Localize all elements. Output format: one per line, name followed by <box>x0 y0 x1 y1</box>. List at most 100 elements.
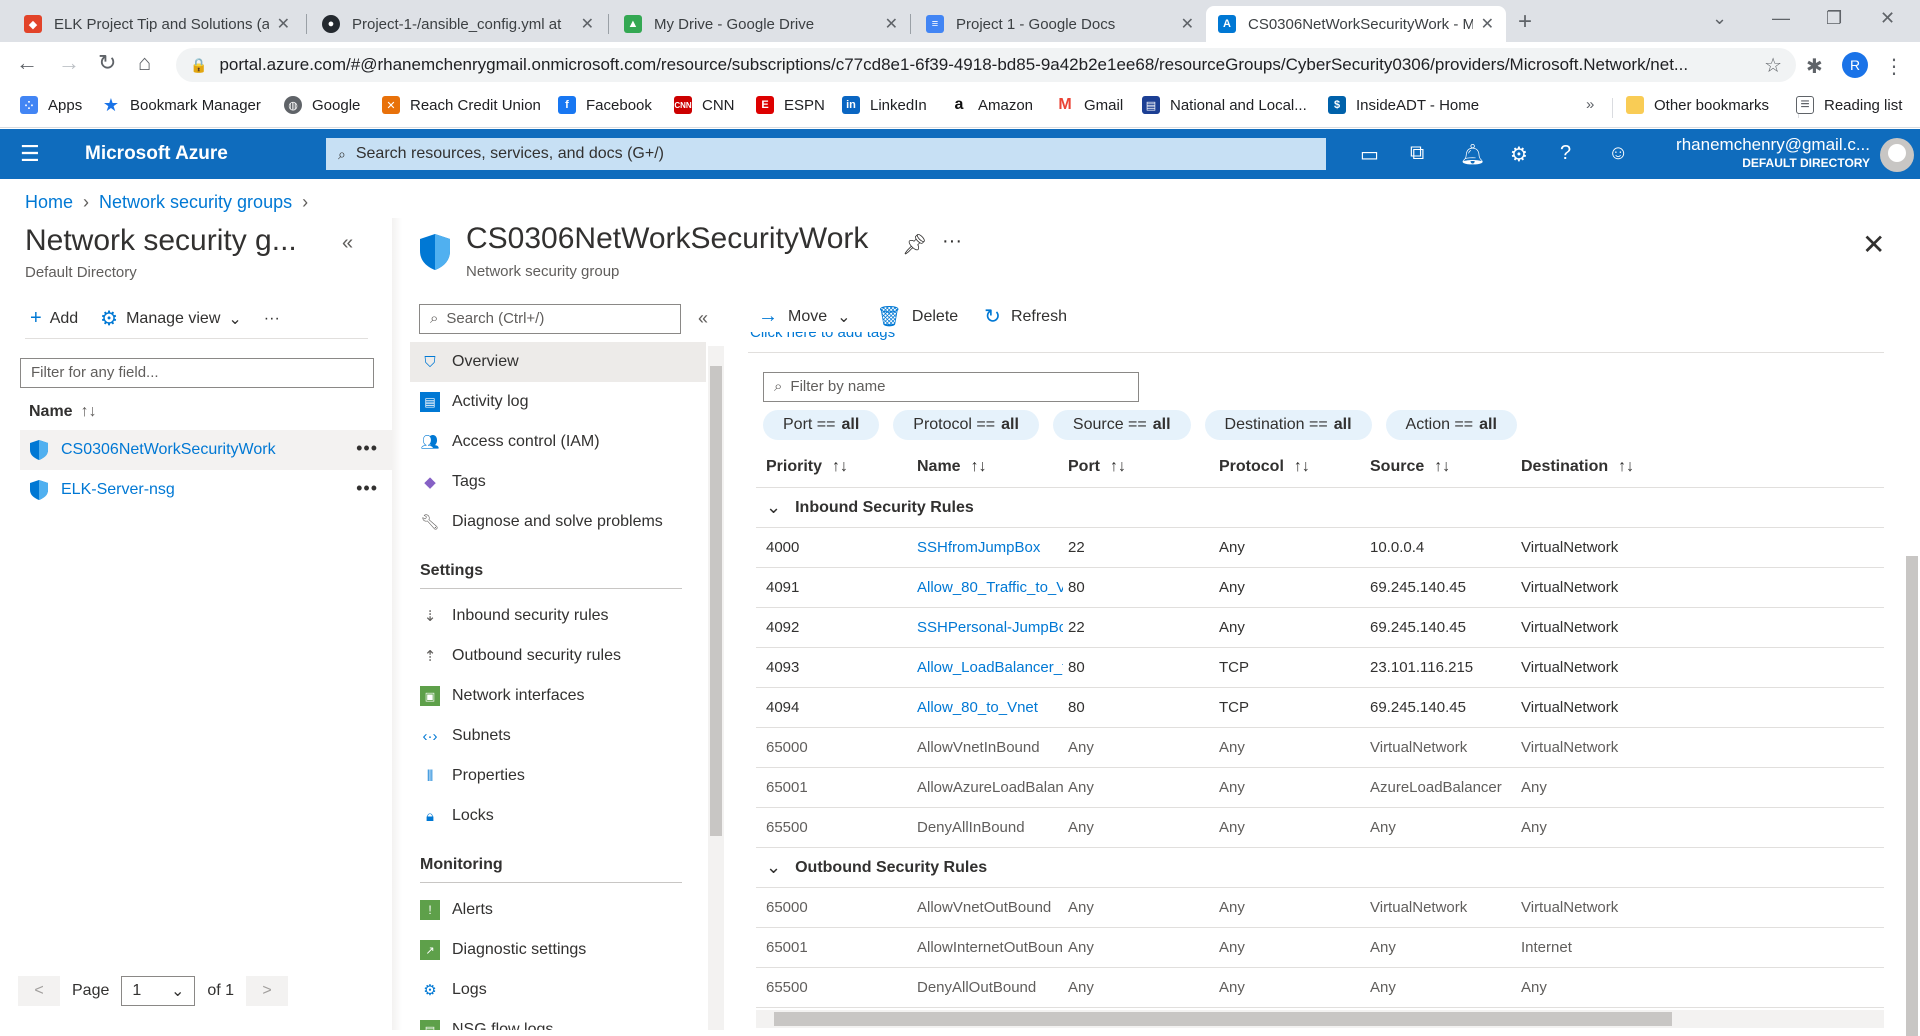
filter-input[interactable]: Filter for any field... <box>20 358 374 388</box>
bookmark-google[interactable]: ◍ Google <box>284 96 360 114</box>
next-page-button[interactable]: > <box>246 976 289 1006</box>
table-row[interactable]: 4094 Allow_80_to_Vnet 80 TCP 69.245.140.45 Vi… <box>756 688 1884 728</box>
nsg-list-item[interactable]: ELK-Server-nsg ••• <box>20 470 392 510</box>
horizontal-scrollbar[interactable] <box>756 1010 1884 1028</box>
table-row[interactable]: 65001 AllowInternetOutBound Any Any Any Inter… <box>756 928 1884 968</box>
menu-item-network-interfaces[interactable]: ▣ Network interfaces <box>410 676 706 716</box>
table-row[interactable]: 65000 AllowVnetOutBound Any Any VirtualNetwo… <box>756 888 1884 928</box>
menu-item-iam[interactable]: 👥︎ Access control (IAM) <box>410 422 706 462</box>
pin-icon[interactable]: 📌︎ <box>902 232 927 257</box>
collapse-menu-icon[interactable]: « <box>698 308 708 329</box>
column-header-name[interactable]: Name ↑↓ <box>917 458 987 476</box>
table-row[interactable]: 4093 Allow_LoadBalancer_t... 80 TCP 23.101.1… <box>756 648 1884 688</box>
name-column-header[interactable]: Name ↑↓ <box>29 403 97 421</box>
menu-item-nsg-flow-logs[interactable]: ▤ NSG flow logs <box>410 1010 706 1030</box>
menu-scrollbar[interactable] <box>708 346 724 1030</box>
filter-pill-action[interactable]: Action == all <box>1385 410 1517 440</box>
column-header-destination[interactable]: Destination ↑↓ <box>1521 458 1634 476</box>
menu-item-locks[interactable]: 🔒︎ Locks <box>410 796 706 836</box>
row-more-icon[interactable]: ••• <box>356 438 378 459</box>
bookmark-amazon[interactable]: a Amazon <box>950 96 1033 114</box>
browser-tab[interactable]: ▲ My Drive - Google Drive ✕ <box>612 6 910 42</box>
table-row[interactable]: 4091 Allow_80_Traffic_to_V... 80 Any 69.245.… <box>756 568 1884 608</box>
tab-search-icon[interactable]: ⌄ <box>1712 8 1727 29</box>
back-icon[interactable]: ← <box>16 50 38 76</box>
collapse-pane-icon[interactable]: « <box>342 232 353 255</box>
url-field[interactable]: 🔒 portal.azure.com/#@rhanemchenrygmail.o… <box>176 48 1796 82</box>
cell-name[interactable]: AllowInternetOutBound <box>917 939 1063 956</box>
table-row[interactable]: 65001 AllowAzureLoadBalan... Any Any AzureLo… <box>756 768 1884 808</box>
filter-by-name-input[interactable]: ⌕ Filter by name <box>763 372 1139 402</box>
menu-item-properties[interactable]: ⦀ Properties <box>410 756 706 796</box>
browser-tab-active[interactable]: A CS0306NetWorkSecurityWork - M ✕ <box>1206 6 1506 42</box>
cell-name[interactable]: Allow_80_Traffic_to_V... <box>917 579 1063 596</box>
hamburger-menu-icon[interactable]: ☰ <box>20 141 40 167</box>
notifications-bell-icon[interactable]: 🔔︎ <box>1460 142 1485 167</box>
scrollbar-thumb[interactable] <box>710 366 722 836</box>
close-tab-icon[interactable]: ✕ <box>1481 14 1494 34</box>
restore-icon[interactable]: ❐ <box>1826 8 1842 29</box>
browser-menu-icon[interactable]: ⋮ <box>1884 54 1904 79</box>
nsg-list-item[interactable]: CS0306NetWorkSecurityWork ••• <box>20 430 392 470</box>
menu-search-input[interactable]: ⌕ Search (Ctrl+/) <box>419 304 681 334</box>
cell-name[interactable]: DenyAllOutBound <box>917 979 1063 996</box>
menu-item-activity-log[interactable]: ▤ Activity log <box>410 382 706 422</box>
filter-pill-port[interactable]: Port == all <box>763 410 880 440</box>
cell-name[interactable]: DenyAllInBound <box>917 819 1063 836</box>
column-header-port[interactable]: Port ↑↓ <box>1068 458 1126 476</box>
manage-view-button[interactable]: ⚙ Manage view ⌄ <box>100 306 242 331</box>
menu-item-logs[interactable]: ⚙ Logs <box>410 970 706 1010</box>
reload-icon[interactable]: ↻ <box>98 50 116 76</box>
settings-gear-icon[interactable]: ⚙ <box>1510 142 1528 167</box>
menu-item-outbound-rules[interactable]: ⇡ Outbound security rules <box>410 636 706 676</box>
reading-list[interactable]: ≡ Reading list <box>1796 96 1902 114</box>
cell-name[interactable]: SSHfromJumpBox <box>917 539 1063 556</box>
refresh-button[interactable]: ↻ Refresh <box>984 304 1067 329</box>
bookmark-espn[interactable]: E ESPN <box>756 96 825 114</box>
scrollbar-thumb[interactable] <box>1906 556 1918 1036</box>
forward-icon[interactable]: → <box>58 50 80 76</box>
column-header-source[interactable]: Source ↑↓ <box>1370 458 1450 476</box>
extensions-icon[interactable]: ✱ <box>1806 54 1823 79</box>
close-blade-icon[interactable]: ✕ <box>1862 228 1885 261</box>
cell-name[interactable]: Allow_LoadBalancer_t... <box>917 659 1063 676</box>
browser-tab[interactable]: ≡ Project 1 - Google Docs ✕ <box>914 6 1206 42</box>
help-icon[interactable]: ? <box>1560 142 1571 165</box>
table-row[interactable]: 4092 SSHPersonal-JumpBox 22 Any 69.245.140.4… <box>756 608 1884 648</box>
bookmark-star-icon[interactable]: ☆ <box>1764 53 1782 78</box>
other-bookmarks[interactable]: Other bookmarks <box>1626 96 1769 114</box>
directory-filter-icon[interactable]: ⧉ <box>1410 142 1424 165</box>
browser-tab[interactable]: ◆ ELK Project Tip and Solutions (a1 ✕ <box>12 6 302 42</box>
bookmark-gmail[interactable]: M Gmail <box>1056 96 1123 114</box>
menu-item-inbound-rules[interactable]: ⇣ Inbound security rules <box>410 596 706 636</box>
outbound-group-header[interactable]: ⌄ Outbound Security Rules <box>756 848 1884 888</box>
close-tab-icon[interactable]: ✕ <box>277 14 290 34</box>
cell-name[interactable]: AllowVnetInBound <box>917 739 1063 756</box>
more-actions-icon[interactable]: ··· <box>942 230 962 253</box>
bookmark-facebook[interactable]: f Facebook <box>558 96 652 114</box>
close-tab-icon[interactable]: ✕ <box>885 14 898 34</box>
menu-item-overview[interactable]: ⛉ Overview <box>410 342 706 382</box>
new-tab-icon[interactable]: + <box>1518 8 1532 36</box>
menu-item-diagnostic-settings[interactable]: ↗ Diagnostic settings <box>410 930 706 970</box>
page-select[interactable]: 1 ⌄ <box>121 976 196 1006</box>
cell-name[interactable]: AllowVnetOutBound <box>917 899 1063 916</box>
filter-pill-source[interactable]: Source == all <box>1052 410 1191 440</box>
breadcrumb-home[interactable]: Home <box>25 192 73 213</box>
global-search-input[interactable]: ⌕ Search resources, services, and docs (… <box>326 138 1326 170</box>
filter-pill-destination[interactable]: Destination == all <box>1204 410 1372 440</box>
delete-button[interactable]: 🗑︎ Delete <box>877 304 959 329</box>
nsg-name-link[interactable]: ELK-Server-nsg <box>61 481 175 499</box>
row-more-icon[interactable]: ••• <box>356 478 378 499</box>
cell-name[interactable]: Allow_80_to_Vnet <box>917 699 1063 716</box>
lock-icon[interactable]: 🔒 <box>190 57 207 74</box>
minimize-icon[interactable]: — <box>1772 8 1790 29</box>
user-avatar[interactable] <box>1880 138 1914 172</box>
nsg-name-link[interactable]: CS0306NetWorkSecurityWork <box>61 441 276 459</box>
move-button[interactable]: → Move ⌄ <box>758 305 851 328</box>
bookmark-cnn[interactable]: CNN CNN <box>674 96 735 114</box>
azure-brand[interactable]: Microsoft Azure <box>85 143 228 165</box>
bookmark-apps[interactable]: ⁘ Apps <box>20 96 82 114</box>
feedback-smiley-icon[interactable]: ☺ <box>1608 142 1628 165</box>
inbound-group-header[interactable]: ⌄ Inbound Security Rules <box>756 488 1884 528</box>
